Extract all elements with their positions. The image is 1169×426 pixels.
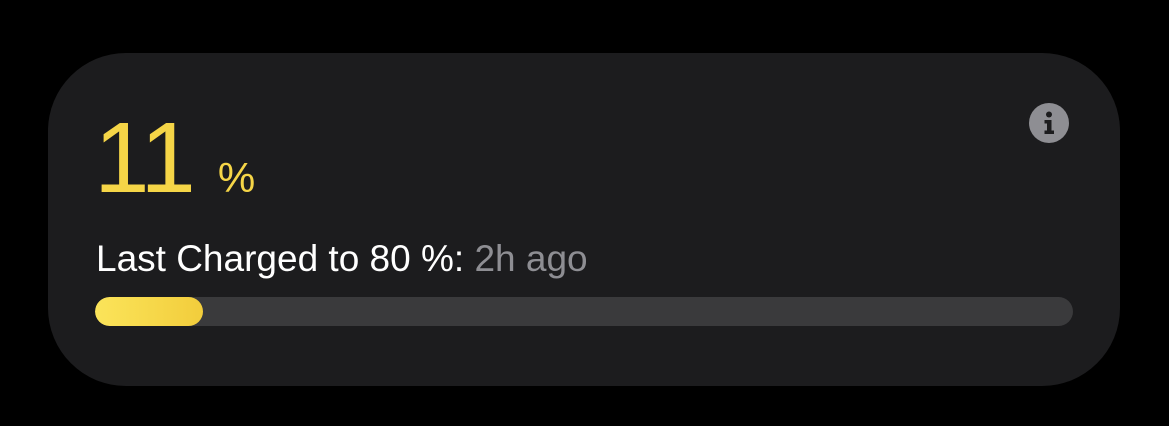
info-icon[interactable]: [1029, 103, 1069, 143]
last-charged-status: Last Charged to 80 %: 2h ago: [96, 236, 588, 282]
battery-percentage: 11 %: [94, 108, 255, 208]
last-charged-label: Last Charged to 80 %:: [96, 238, 465, 279]
battery-widget-card: [48, 53, 1120, 386]
battery-progress-bar: [95, 297, 1073, 326]
battery-level-unit: %: [217, 154, 256, 201]
battery-progress-fill: [95, 297, 203, 326]
last-charged-time: 2h ago: [474, 238, 588, 279]
battery-level-value: 11: [94, 102, 196, 214]
